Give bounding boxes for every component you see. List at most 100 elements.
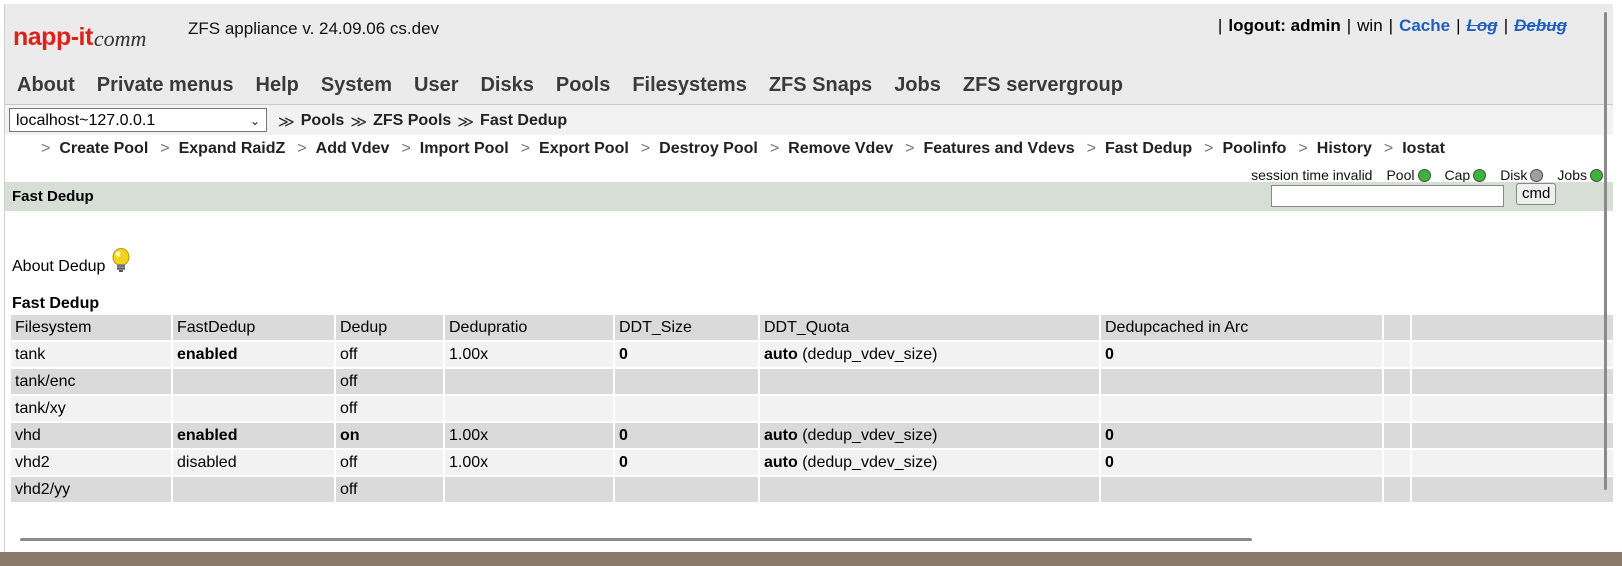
debug-link[interactable]: Debug xyxy=(1514,16,1567,36)
vertical-scrollbar[interactable] xyxy=(1604,12,1607,490)
table-row: tank enabled off 1.00x 0 auto (dedup_vde… xyxy=(11,341,1615,369)
status-cap-dot-icon[interactable] xyxy=(1473,168,1487,182)
cell-filesystem[interactable]: vhd2 xyxy=(11,449,173,477)
breadcrumb: ≫ Pools ≫ ZFS Pools ≫ Fast Dedup xyxy=(278,112,567,132)
submenu-remove-vdev[interactable]: Remove Vdev xyxy=(788,140,893,158)
cell-dedup[interactable]: off xyxy=(335,449,445,477)
lightbulb-icon[interactable] xyxy=(111,248,131,274)
cell-dedupcached xyxy=(1100,476,1384,504)
breadcrumb-fast-dedup[interactable]: Fast Dedup xyxy=(480,112,567,132)
host-select-value: localhost~127.0.0.1 xyxy=(16,112,156,129)
submenu-features-vdevs[interactable]: Features and Vdevs xyxy=(923,140,1074,158)
desktop-background-strip xyxy=(0,552,1622,566)
double-chevron-icon: ≫ xyxy=(350,114,368,131)
cell-fastdedup[interactable] xyxy=(172,368,336,396)
menu-user[interactable]: User xyxy=(414,74,458,97)
win-link[interactable]: win xyxy=(1357,16,1383,36)
cell-filesystem[interactable]: tank/xy xyxy=(11,395,173,423)
cell-ddt-quota[interactable] xyxy=(759,368,1101,396)
table-title: Fast Dedup xyxy=(12,295,100,312)
cell-filesystem[interactable]: tank/enc xyxy=(11,368,173,396)
submenu-import-pool[interactable]: Import Pool xyxy=(420,140,509,158)
cell-ddt-quota[interactable] xyxy=(759,476,1101,504)
cell-dedupratio xyxy=(444,476,615,504)
cell-dedup[interactable]: off xyxy=(335,476,445,504)
double-chevron-icon: ≫ xyxy=(278,114,295,131)
cell-ddt-size xyxy=(614,368,760,396)
quota-mode: auto xyxy=(764,345,798,363)
submenu-export-pool[interactable]: Export Pool xyxy=(539,140,629,158)
table-row: tank/enc off xyxy=(11,368,1615,396)
horizontal-scrollbar[interactable] xyxy=(20,538,1252,541)
cell-ddt-quota[interactable]: auto (dedup_vdev_size) xyxy=(759,422,1101,450)
table-row: vhd2 disabled off 1.00x 0 auto (dedup_vd… xyxy=(11,449,1615,477)
breadcrumb-pools[interactable]: Pools xyxy=(301,112,345,132)
submenu-expand-raidz[interactable]: Expand RaidZ xyxy=(179,140,286,158)
menu-disks[interactable]: Disks xyxy=(480,74,533,97)
cell-fastdedup[interactable]: enabled xyxy=(172,422,336,450)
submenu-add-vdev[interactable]: Add Vdev xyxy=(316,140,390,158)
cell-filesystem[interactable]: tank xyxy=(11,341,173,369)
col-empty-2 xyxy=(1411,315,1615,342)
cell-ddt-quota[interactable]: auto (dedup_vdev_size) xyxy=(759,341,1101,369)
table-row: vhd enabled on 1.00x 0 auto (dedup_vdev_… xyxy=(11,422,1615,450)
submenu-poolinfo[interactable]: Poolinfo xyxy=(1222,140,1286,158)
submenu-fast-dedup[interactable]: Fast Dedup xyxy=(1105,140,1192,158)
col-filesystem[interactable]: Filesystem xyxy=(11,315,173,342)
app-window: napp-it comm ZFS appliance v. 24.09.06 c… xyxy=(4,4,1615,552)
cell-filesystem[interactable]: vhd xyxy=(11,422,173,450)
menu-about[interactable]: About xyxy=(17,74,75,97)
menu-jobs[interactable]: Jobs xyxy=(894,74,941,97)
status-jobs-dot-icon[interactable] xyxy=(1590,168,1603,182)
menu-zfs-snaps[interactable]: ZFS Snaps xyxy=(769,74,872,97)
table-row: tank/xy off xyxy=(11,395,1615,423)
submenu-destroy-pool[interactable]: Destroy Pool xyxy=(659,140,758,158)
log-link[interactable]: Log xyxy=(1467,16,1498,36)
cache-link[interactable]: Cache xyxy=(1399,16,1450,36)
cell-fastdedup[interactable] xyxy=(172,395,336,423)
cell-dedup[interactable]: off xyxy=(335,395,445,423)
cell-fastdedup[interactable]: disabled xyxy=(172,449,336,477)
cell-dedupcached: 0 xyxy=(1100,449,1384,477)
cell-fastdedup[interactable] xyxy=(172,476,336,504)
session-status: session time invalid xyxy=(1251,167,1373,183)
cell-dedup[interactable]: off xyxy=(335,341,445,369)
menu-help[interactable]: Help xyxy=(256,74,299,97)
logo-sub: comm xyxy=(93,26,147,51)
col-dedupcached[interactable]: Dedupcached in Arc xyxy=(1100,315,1384,342)
col-fastdedup[interactable]: FastDedup xyxy=(172,315,336,342)
menu-private-menus[interactable]: Private menus xyxy=(97,74,234,97)
menu-filesystems[interactable]: Filesystems xyxy=(632,74,747,97)
about-dedup[interactable]: About Dedup xyxy=(12,248,131,280)
cell-dedupratio: 1.00x xyxy=(444,341,615,369)
cmd-input[interactable] xyxy=(1271,185,1504,207)
napp-it-logo[interactable]: napp-it comm xyxy=(13,12,146,52)
menu-zfs-servergroup[interactable]: ZFS servergroup xyxy=(963,74,1123,97)
cell-dedupratio: 1.00x xyxy=(444,422,615,450)
submenu-iostat[interactable]: Iostat xyxy=(1402,140,1445,158)
cell-ddt-quota[interactable] xyxy=(759,395,1101,423)
submenu-create-pool[interactable]: Create Pool xyxy=(59,140,148,158)
table-row: vhd2/yy off xyxy=(11,476,1615,504)
logout-link[interactable]: logout: admin xyxy=(1228,16,1340,36)
cmd-button[interactable]: cmd xyxy=(1516,183,1557,205)
breadcrumb-zfs-pools[interactable]: ZFS Pools xyxy=(373,112,451,132)
status-jobs-label: Jobs xyxy=(1557,167,1587,183)
col-dedup[interactable]: Dedup xyxy=(335,315,445,342)
col-ddt-size[interactable]: DDT_Size xyxy=(614,315,760,342)
submenu-history[interactable]: History xyxy=(1317,140,1372,158)
about-dedup-label: About Dedup xyxy=(12,258,106,275)
host-select[interactable]: localhost~127.0.0.1 ⌄ xyxy=(9,108,267,132)
menu-pools[interactable]: Pools xyxy=(556,74,610,97)
menu-system[interactable]: System xyxy=(321,74,392,97)
col-ddt-quota[interactable]: DDT_Quota xyxy=(759,315,1101,342)
col-dedupratio[interactable]: Dedupratio xyxy=(444,315,615,342)
cell-dedup[interactable]: off xyxy=(335,368,445,396)
cell-filesystem[interactable]: vhd2/yy xyxy=(11,476,173,504)
cell-ddt-quota[interactable]: auto (dedup_vdev_size) xyxy=(759,449,1101,477)
cell-dedup[interactable]: on xyxy=(335,422,445,450)
cell-fastdedup[interactable]: enabled xyxy=(172,341,336,369)
status-pool-dot-icon[interactable] xyxy=(1417,168,1431,182)
double-chevron-icon: ≫ xyxy=(457,114,475,131)
status-disk-dot-icon[interactable] xyxy=(1530,168,1544,182)
